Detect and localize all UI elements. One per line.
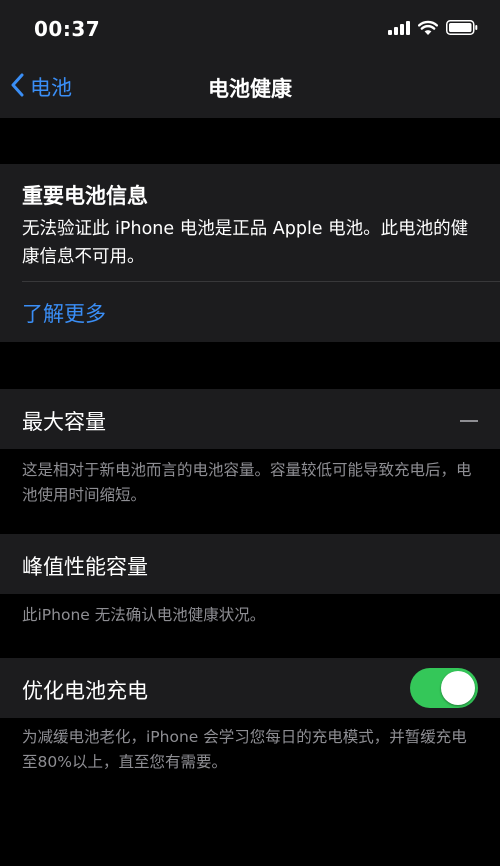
peak-performance-label: 峰值性能容量 bbox=[22, 555, 148, 579]
max-capacity-label: 最大容量 bbox=[22, 410, 106, 434]
optimized-charging-row: 优化电池充电 bbox=[0, 658, 500, 718]
page-title: 电池健康 bbox=[208, 77, 292, 101]
wifi-icon bbox=[418, 20, 438, 39]
cellular-signal-icon bbox=[388, 20, 410, 39]
status-icons bbox=[388, 20, 478, 39]
battery-icon bbox=[446, 20, 478, 39]
optimized-charging-label: 优化电池充电 bbox=[22, 679, 148, 703]
peak-performance-row: 峰值性能容量 bbox=[0, 534, 500, 594]
important-battery-info-card: 重要电池信息 无法验证此 iPhone 电池是正品 Apple 电池。此电池的健… bbox=[0, 164, 500, 342]
peak-performance-footer: 此iPhone 无法确认电池健康状况。 bbox=[22, 606, 266, 624]
important-info-title: 重要电池信息 bbox=[22, 184, 148, 208]
max-capacity-footer: 这是相对于新电池而言的电池容量。容量较低可能导致充电后，电池使用时间缩短。 bbox=[22, 461, 472, 504]
important-info-message: 无法验证此 iPhone 电池是正品 Apple 电池。此电池的健康信息不可用。 bbox=[22, 219, 469, 267]
divider bbox=[22, 281, 500, 282]
optimized-charging-toggle[interactable] bbox=[410, 668, 478, 708]
optimized-charging-footer: 为减缓电池老化，iPhone 会学习您每日的充电模式，并暂缓充电至80%以上，直… bbox=[22, 728, 467, 771]
max-capacity-value bbox=[460, 420, 478, 422]
learn-more-link[interactable]: 了解更多 bbox=[22, 298, 106, 328]
navigation-bar: 电池 电池健康 bbox=[0, 58, 500, 118]
status-bar: 00:37 bbox=[0, 0, 500, 58]
status-time: 00:37 bbox=[34, 17, 101, 41]
max-capacity-row: 最大容量 bbox=[0, 389, 500, 449]
toggle-knob bbox=[441, 671, 475, 705]
